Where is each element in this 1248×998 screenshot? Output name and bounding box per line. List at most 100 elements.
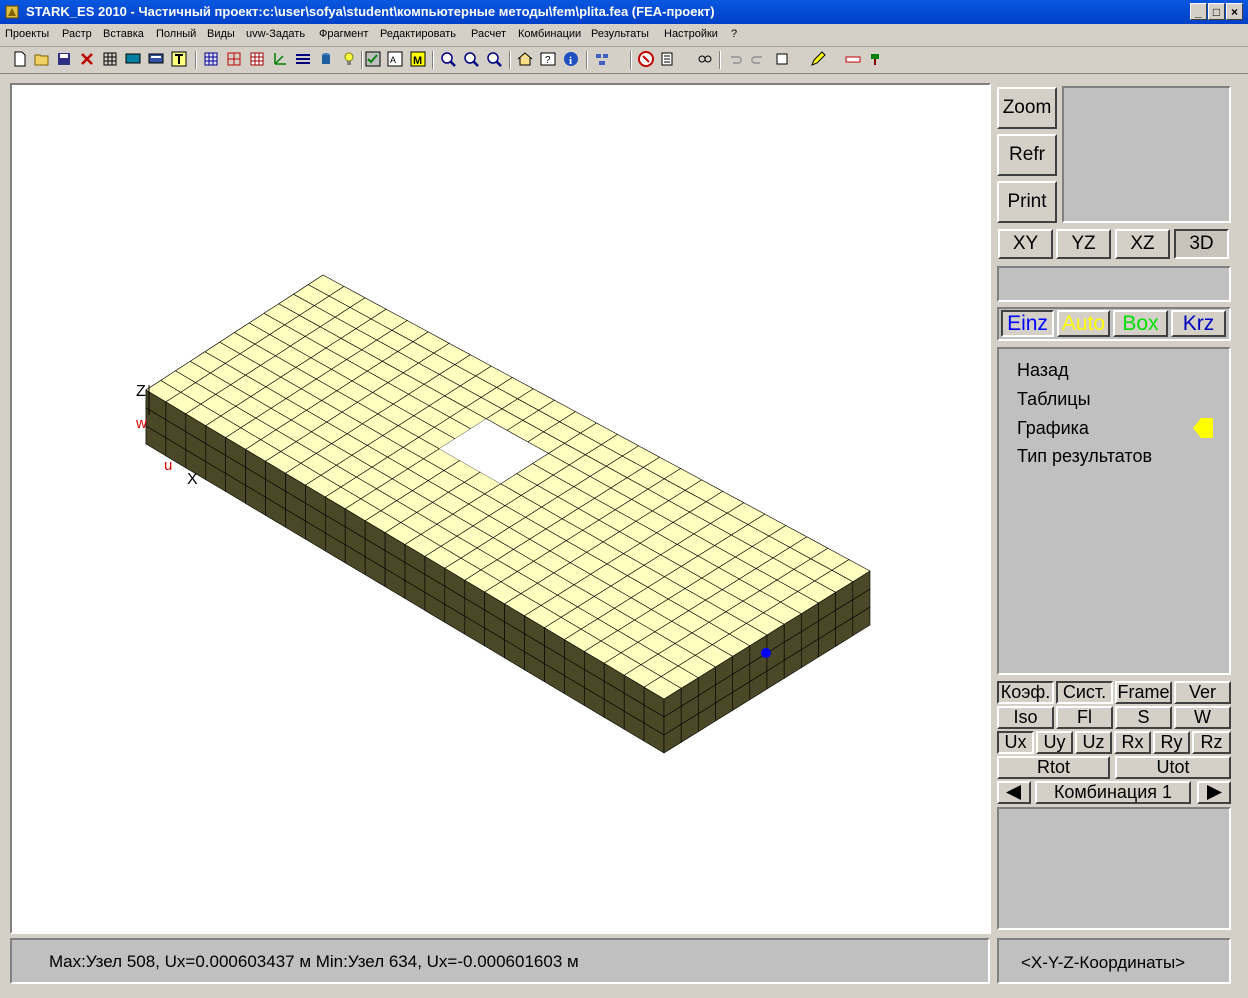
menu-bar: Проекты Растр Вставка Полный Виды uvw-За… [0,24,1248,47]
uy-button[interactable]: Uy [1036,731,1073,754]
m-icon[interactable]: M [410,51,426,67]
cylinder-icon[interactable] [318,51,334,67]
selection-arrow-icon [1193,418,1213,438]
zoom-button[interactable]: Zoom [997,87,1057,129]
ver-button[interactable]: Ver [1174,681,1231,704]
help-icon[interactable]: ? [540,51,556,67]
status-text: Max:Узел 508, Ux=0.000603437 м Min:Узел … [49,952,579,971]
axis-w-label: w [136,415,147,432]
print-button[interactable]: Print [997,181,1057,223]
fl-button[interactable]: Fl [1056,706,1113,729]
maximize-button[interactable]: □ [1208,3,1225,20]
mode-einz-button[interactable]: Einz [1001,310,1054,337]
model-viewport[interactable]: Z w u X [10,83,991,934]
menu-full[interactable]: Полный [156,28,196,40]
display-icon[interactable] [148,51,164,67]
undo-icon[interactable] [727,51,743,67]
prev-combination-button[interactable] [997,781,1031,804]
save-icon[interactable] [56,51,72,67]
toolbar-separator [432,51,434,69]
zoom-in-icon[interactable] [440,51,456,67]
s-button[interactable]: S [1115,706,1172,729]
mesh-add-icon[interactable] [226,51,242,67]
menu-item-tables[interactable]: Таблицы [1017,389,1091,410]
ruler-icon[interactable] [845,51,861,67]
grid-icon[interactable] [102,51,118,67]
system-button[interactable]: Сист. [1056,681,1113,704]
redo-icon[interactable] [750,51,766,67]
view-icon[interactable] [775,51,791,67]
menu-fragment[interactable]: Фрагмент [319,28,368,40]
w-button[interactable]: W [1174,706,1231,729]
svg-text:i: i [569,55,572,67]
config-icon[interactable] [661,51,677,67]
preview-box [1062,86,1231,223]
menu-help[interactable]: ? [731,28,737,40]
rx-button[interactable]: Rx [1114,731,1151,754]
bulb-icon[interactable] [341,51,357,67]
view-xy-button[interactable]: XY [998,229,1053,259]
view-xz-button[interactable]: XZ [1115,229,1170,259]
svg-text:M: M [413,55,422,67]
rz-button[interactable]: Rz [1192,731,1231,754]
info-icon[interactable]: i [563,51,579,67]
menu-uvw[interactable]: uvw-Задать [246,28,305,40]
mesh-icon[interactable] [203,51,219,67]
view-3d-button[interactable]: 3D [1174,229,1229,259]
open-icon[interactable] [34,51,50,67]
pencil-icon[interactable] [810,51,826,67]
axis-z-label: Z [136,383,146,400]
close-button[interactable]: × [1226,3,1243,20]
table-icon[interactable] [249,51,265,67]
menu-calc[interactable]: Расчет [471,28,506,40]
iso-button[interactable]: Iso [997,706,1054,729]
mode-auto-button[interactable]: Auto [1057,310,1110,337]
next-combination-button[interactable] [1197,781,1231,804]
refr-button[interactable]: Refr [997,134,1057,176]
screen-icon[interactable] [125,51,141,67]
menu-item-back[interactable]: Назад [1017,360,1069,381]
menu-views[interactable]: Виды [207,28,235,40]
menu-combinations[interactable]: Комбинации [518,28,581,40]
menu-insert[interactable]: Вставка [103,28,144,40]
node-marker [761,648,771,658]
uz-button[interactable]: Uz [1075,731,1112,754]
layers-icon[interactable] [295,51,311,67]
check-icon[interactable] [365,51,381,67]
info-field [997,266,1231,302]
toolbar-separator [361,51,363,69]
paint-icon[interactable] [868,51,884,67]
frame-button[interactable]: Frame [1115,681,1172,704]
combination-button[interactable]: Комбинация 1 [1035,781,1191,804]
mf-icon[interactable] [594,51,610,67]
menu-item-graphics[interactable]: Графика [1017,418,1089,439]
link-icon[interactable] [697,51,713,67]
home-icon[interactable] [517,51,533,67]
toolbar-separator [509,51,511,69]
mode-krz-label: Krz [1182,312,1215,335]
zoom-fit-icon[interactable] [486,51,502,67]
mode-box-button[interactable]: Box [1113,310,1168,337]
menu-results[interactable]: Результаты [591,28,649,40]
menu-settings[interactable]: Настройки [664,28,718,40]
rtot-button[interactable]: Rtot [997,756,1110,779]
view-yz-button[interactable]: YZ [1056,229,1111,259]
new-icon[interactable] [12,51,28,67]
text-box-icon[interactable]: A [387,51,403,67]
menu-raster[interactable]: Растр [62,28,92,40]
utot-button[interactable]: Utot [1115,756,1231,779]
menu-edit[interactable]: Редактировать [380,28,456,40]
zoom-out-icon[interactable] [463,51,479,67]
mode-krz-button[interactable]: Krz [1171,310,1226,337]
coef-button[interactable]: Коэф. [997,681,1054,704]
axes-icon[interactable] [272,51,288,67]
ux-button[interactable]: Ux [997,731,1034,754]
stop-icon[interactable] [638,51,654,67]
menu-projects[interactable]: Проекты [5,28,49,40]
minimize-button[interactable]: _ [1190,3,1207,20]
delete-icon[interactable] [79,51,95,67]
text-icon[interactable] [171,51,187,67]
ry-button[interactable]: Ry [1153,731,1190,754]
menu-item-result-type[interactable]: Тип результатов [1017,446,1152,467]
arrow-right-icon [1207,785,1222,800]
